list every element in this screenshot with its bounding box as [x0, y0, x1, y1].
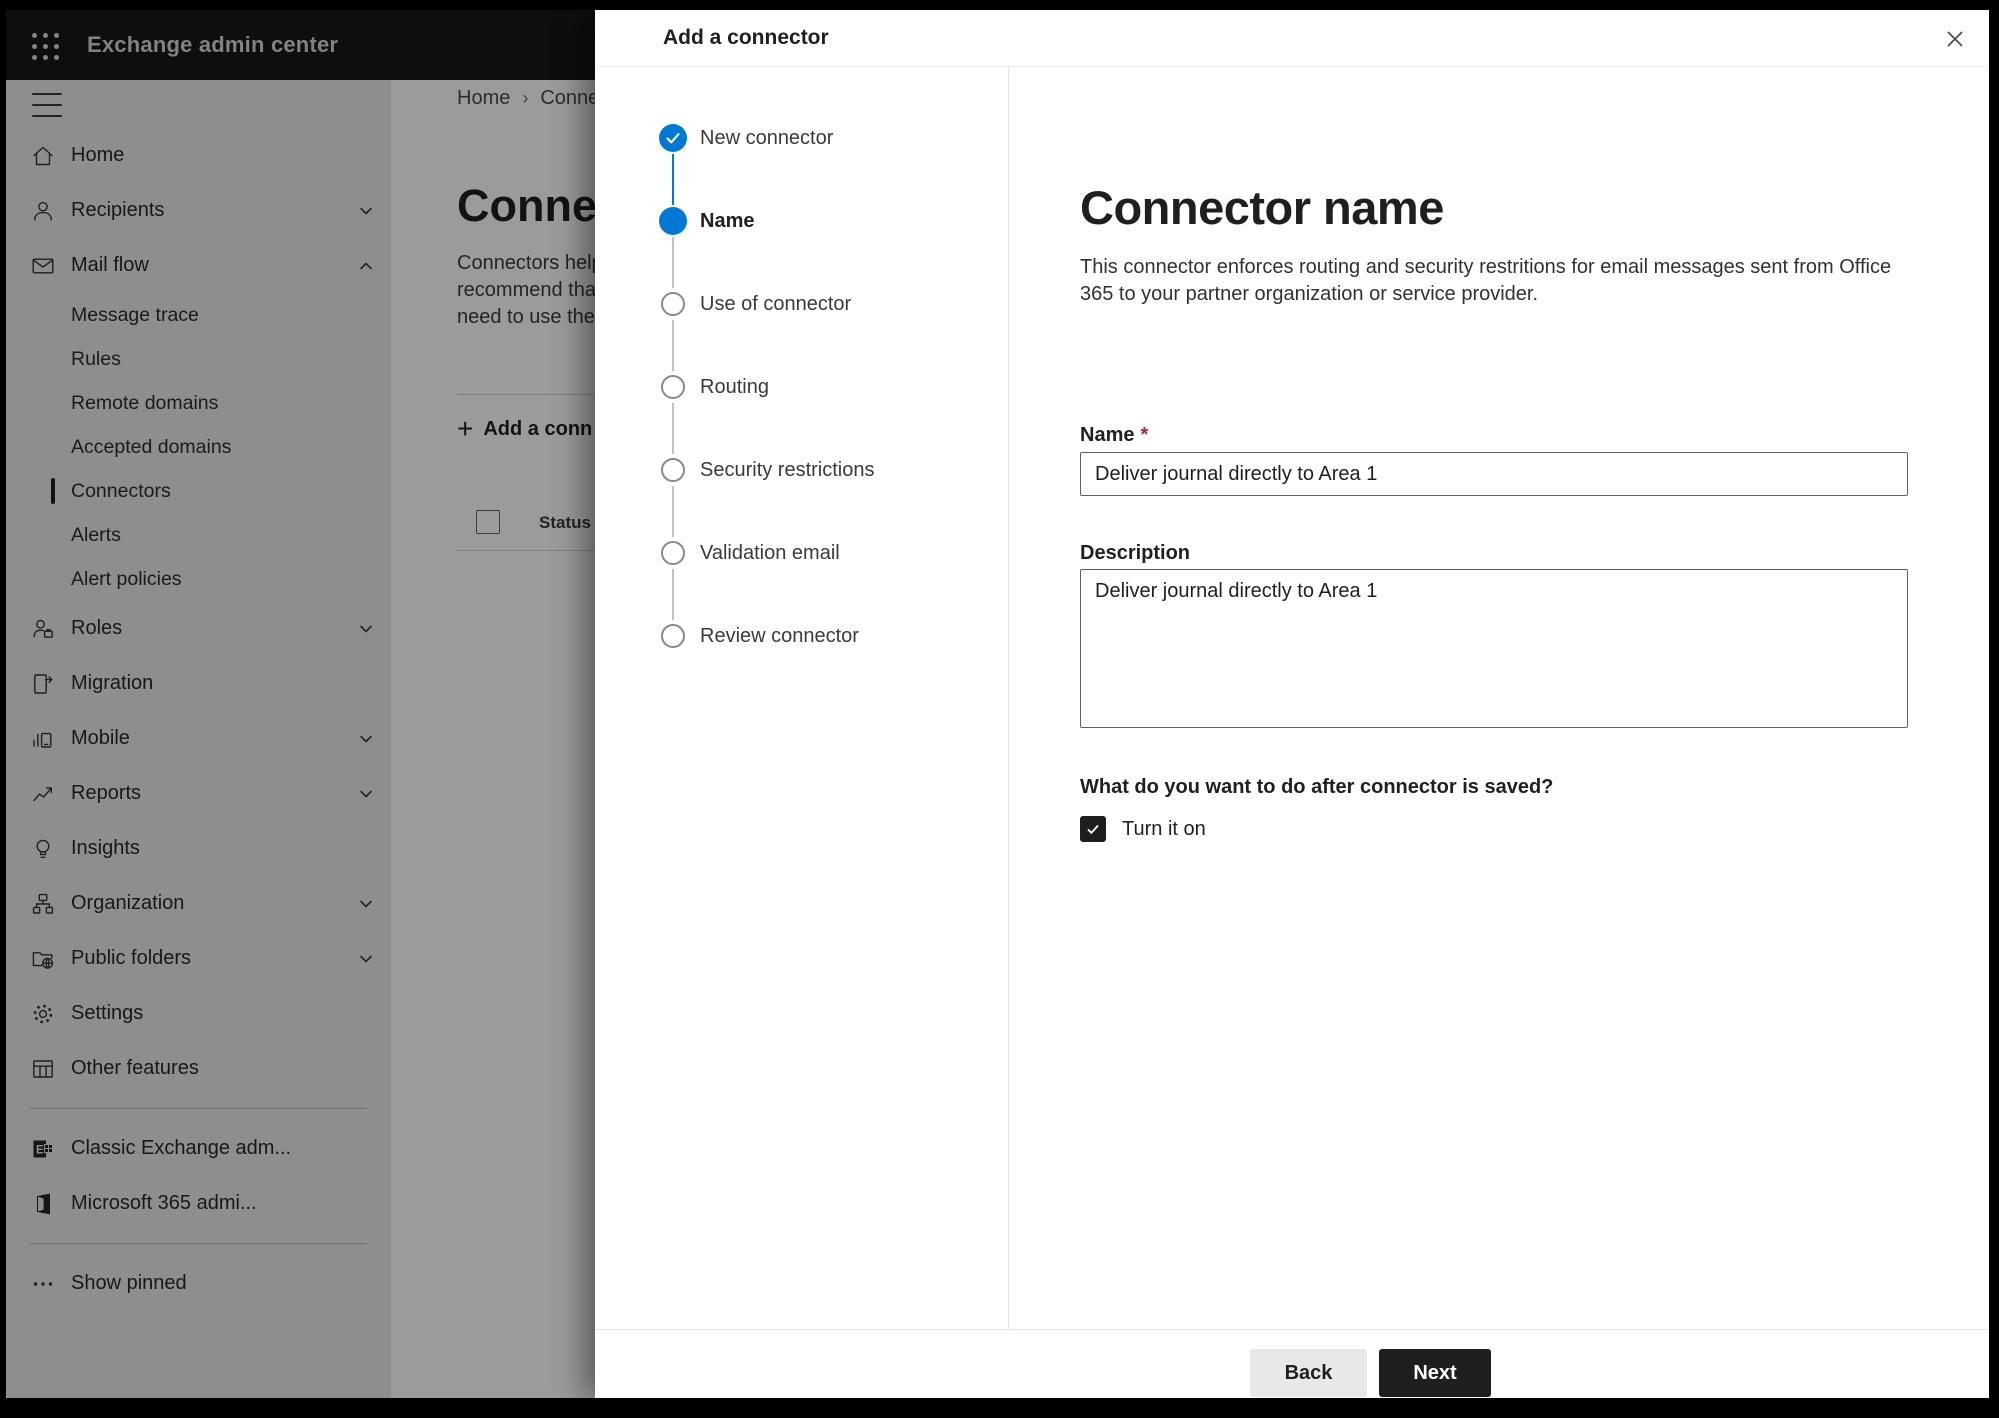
step-connector-line: [672, 154, 674, 205]
step-connector-line: [672, 320, 674, 371]
wizard-stepper: New connector Name Use of connector Routing…: [595, 66, 1008, 1330]
step-label: Security restrictions: [700, 459, 875, 481]
name-label: Name *: [1080, 424, 1149, 446]
back-button[interactable]: Back: [1250, 1349, 1367, 1397]
step-connector-line: [672, 237, 674, 288]
step-use-of-connector[interactable]: Use of connector: [595, 290, 1008, 318]
step-heading: Connector name: [1080, 181, 1444, 234]
required-marker: *: [1140, 424, 1149, 446]
step-label: Validation email: [700, 542, 840, 564]
step-upcoming-icon: [661, 458, 685, 482]
step-label: Routing: [700, 376, 769, 398]
step-upcoming-icon: [661, 375, 685, 399]
step-label: Review connector: [700, 625, 859, 647]
close-icon[interactable]: [1939, 23, 1971, 55]
after-save-question: What do you want to do after connector i…: [1080, 776, 1554, 798]
step-connector-line: [672, 486, 674, 537]
next-button[interactable]: Next: [1379, 1349, 1491, 1397]
step-current-icon: [659, 207, 687, 235]
step-label: New connector: [700, 127, 834, 149]
step-label: Use of connector: [700, 293, 852, 315]
dialog-content: Connector name This connector enforces r…: [1008, 66, 1989, 1330]
dialog-footer: Back Next: [595, 1329, 1989, 1398]
turn-it-on-checkbox[interactable]: [1080, 816, 1106, 842]
step-name[interactable]: Name: [595, 207, 1008, 235]
step-completed-icon: [659, 124, 687, 152]
step-description: This connector enforces routing and secu…: [1080, 256, 1892, 305]
step-upcoming-icon: [661, 624, 685, 648]
step-new-connector[interactable]: New connector: [595, 124, 1008, 152]
step-security-restrictions[interactable]: Security restrictions: [595, 456, 1008, 484]
description-textarea[interactable]: Deliver journal directly to Area 1: [1080, 569, 1908, 728]
description-label: Description: [1080, 542, 1191, 564]
name-input[interactable]: [1080, 452, 1908, 496]
step-validation-email[interactable]: Validation email: [595, 539, 1008, 567]
step-upcoming-icon: [661, 292, 685, 316]
add-connector-dialog: Add a connector New connector Name Use of …: [595, 10, 1989, 1398]
turn-it-on-label: Turn it on: [1122, 817, 1206, 840]
step-connector-line: [672, 569, 674, 620]
dialog-title: Add a connector: [663, 26, 829, 49]
step-label: Name: [700, 210, 755, 232]
turn-on-row: Turn it on: [1080, 816, 1206, 842]
step-upcoming-icon: [661, 541, 685, 565]
step-connector-line: [672, 403, 674, 454]
dialog-header: Add a connector: [595, 10, 1989, 67]
app-window: Exchange admin center Home Recipients Mail…: [6, 10, 1989, 1398]
step-review-connector[interactable]: Review connector: [595, 622, 1008, 650]
step-routing[interactable]: Routing: [595, 373, 1008, 401]
screenshot-root: Exchange admin center Home Recipients Mail…: [0, 0, 1999, 1418]
